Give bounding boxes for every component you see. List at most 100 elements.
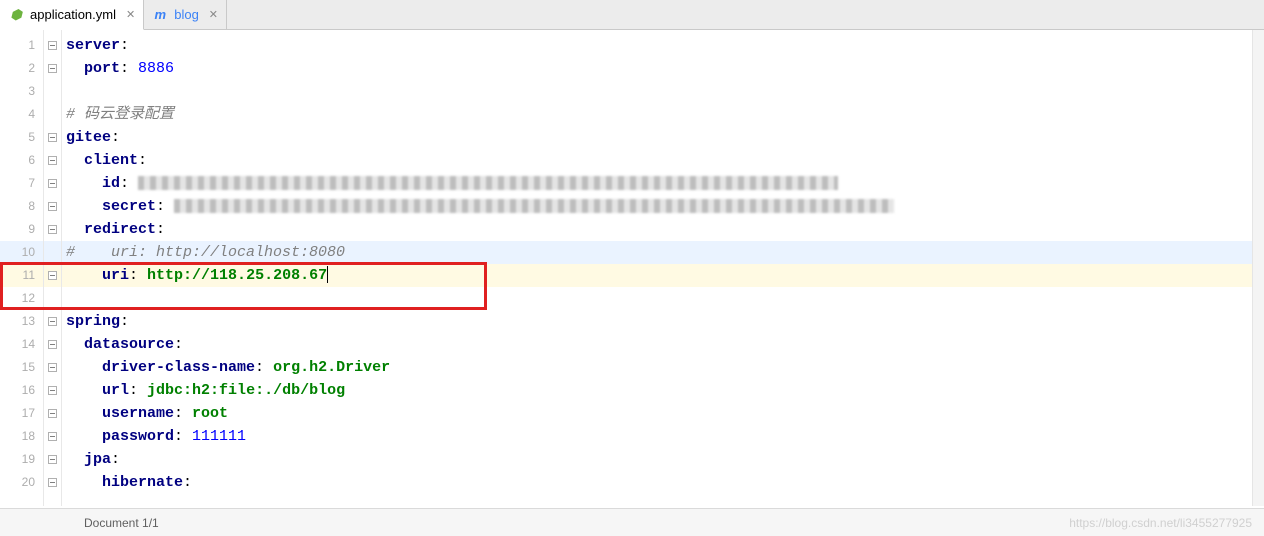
yaml-value: 111111 [192, 428, 246, 445]
fold-cell [44, 103, 61, 126]
yaml-colon: : [129, 382, 147, 399]
line-number: 15 [0, 356, 43, 379]
line-number: 11 [0, 264, 43, 287]
text-caret [327, 266, 328, 283]
code-line[interactable]: spring: [62, 310, 1264, 333]
code-line[interactable]: driver-class-name: org.h2.Driver [62, 356, 1264, 379]
fold-toggle-icon[interactable] [48, 340, 57, 349]
code-line[interactable]: # uri: http://localhost:8080 [62, 241, 1264, 264]
fold-cell [44, 379, 61, 402]
fold-cell [44, 80, 61, 103]
yaml-key: gitee [66, 129, 111, 146]
yaml-colon: : [129, 267, 147, 284]
yaml-key: password [102, 428, 174, 445]
yaml-colon: : [111, 451, 120, 468]
code-line[interactable] [62, 287, 1264, 310]
redacted-value [174, 199, 894, 213]
code-line[interactable]: url: jdbc:h2:file:./db/blog [62, 379, 1264, 402]
redacted-value [138, 176, 838, 190]
fold-cell [44, 195, 61, 218]
code-editor[interactable]: 1234567891011121314151617181920 server: … [0, 30, 1264, 506]
line-number: 2 [0, 57, 43, 80]
code-line[interactable]: # 码云登录配置 [62, 103, 1264, 126]
fold-cell [44, 402, 61, 425]
yaml-colon: : [120, 37, 129, 54]
yml-icon: ⬢ [8, 7, 24, 23]
scrollbar-right[interactable] [1252, 30, 1264, 506]
fold-cell [44, 126, 61, 149]
fold-cell [44, 310, 61, 333]
code-line[interactable]: uri: http://118.25.208.67 [62, 264, 1264, 287]
yaml-key: uri [102, 267, 129, 284]
fold-toggle-icon[interactable] [48, 478, 57, 487]
fold-toggle-icon[interactable] [48, 363, 57, 372]
fold-toggle-icon[interactable] [48, 179, 57, 188]
tab-bar: ⬢ application.yml ✕ m blog ✕ [0, 0, 1264, 30]
line-number: 12 [0, 287, 43, 310]
fold-toggle-icon[interactable] [48, 432, 57, 441]
code-line[interactable] [62, 80, 1264, 103]
yaml-colon: : [111, 129, 120, 146]
line-number: 6 [0, 149, 43, 172]
code-line[interactable]: port: 8886 [62, 57, 1264, 80]
yaml-value: 8886 [138, 60, 174, 77]
comment-text: # 码云登录配置 [66, 106, 174, 123]
fold-toggle-icon[interactable] [48, 455, 57, 464]
fold-cell [44, 448, 61, 471]
code-line[interactable]: secret: [62, 195, 1264, 218]
close-icon[interactable]: ✕ [126, 8, 135, 21]
fold-cell [44, 356, 61, 379]
yaml-key: spring [66, 313, 120, 330]
yaml-value: root [192, 405, 228, 422]
code-line[interactable]: server: [62, 34, 1264, 57]
yaml-value: jdbc:h2:file:./db/blog [147, 382, 345, 399]
code-line[interactable]: username: root [62, 402, 1264, 425]
line-number: 20 [0, 471, 43, 494]
code-line[interactable]: gitee: [62, 126, 1264, 149]
fold-cell [44, 34, 61, 57]
code-line[interactable]: hibernate: [62, 471, 1264, 494]
fold-cell [44, 57, 61, 80]
yaml-key: url [102, 382, 129, 399]
fold-toggle-icon[interactable] [48, 64, 57, 73]
code-line[interactable]: redirect: [62, 218, 1264, 241]
fold-toggle-icon[interactable] [48, 133, 57, 142]
fold-cell [44, 149, 61, 172]
fold-cell [44, 172, 61, 195]
fold-toggle-icon[interactable] [48, 202, 57, 211]
fold-toggle-icon[interactable] [48, 156, 57, 165]
fold-toggle-icon[interactable] [48, 386, 57, 395]
yaml-key: client [84, 152, 138, 169]
fold-toggle-icon[interactable] [48, 409, 57, 418]
line-number: 19 [0, 448, 43, 471]
code-line[interactable]: datasource: [62, 333, 1264, 356]
line-number: 1 [0, 34, 43, 57]
watermark-text: https://blog.csdn.net/li3455277925 [1069, 516, 1252, 530]
tab-label: blog [174, 7, 199, 22]
yaml-key: jpa [84, 451, 111, 468]
code-line[interactable]: id: [62, 172, 1264, 195]
code-line[interactable]: password: 111111 [62, 425, 1264, 448]
line-number: 14 [0, 333, 43, 356]
yaml-colon: : [138, 152, 147, 169]
fold-toggle-icon[interactable] [48, 271, 57, 280]
fold-toggle-icon[interactable] [48, 317, 57, 326]
tab-label: application.yml [30, 7, 116, 22]
line-number: 18 [0, 425, 43, 448]
yaml-key: driver-class-name [102, 359, 255, 376]
fold-toggle-icon[interactable] [48, 41, 57, 50]
line-number: 17 [0, 402, 43, 425]
fold-cell [44, 425, 61, 448]
yaml-colon: : [156, 221, 165, 238]
code-line[interactable]: jpa: [62, 448, 1264, 471]
yaml-colon: : [120, 60, 138, 77]
yaml-colon: : [174, 405, 192, 422]
close-icon[interactable]: ✕ [209, 8, 218, 21]
code-area[interactable]: server: port: 8886 # 码云登录配置 gitee: client… [62, 30, 1264, 506]
tab-application-yml[interactable]: ⬢ application.yml ✕ [0, 0, 144, 30]
fold-cell [44, 241, 61, 264]
code-line[interactable]: client: [62, 149, 1264, 172]
line-number: 3 [0, 80, 43, 103]
fold-toggle-icon[interactable] [48, 225, 57, 234]
tab-blog[interactable]: m blog ✕ [144, 0, 227, 29]
